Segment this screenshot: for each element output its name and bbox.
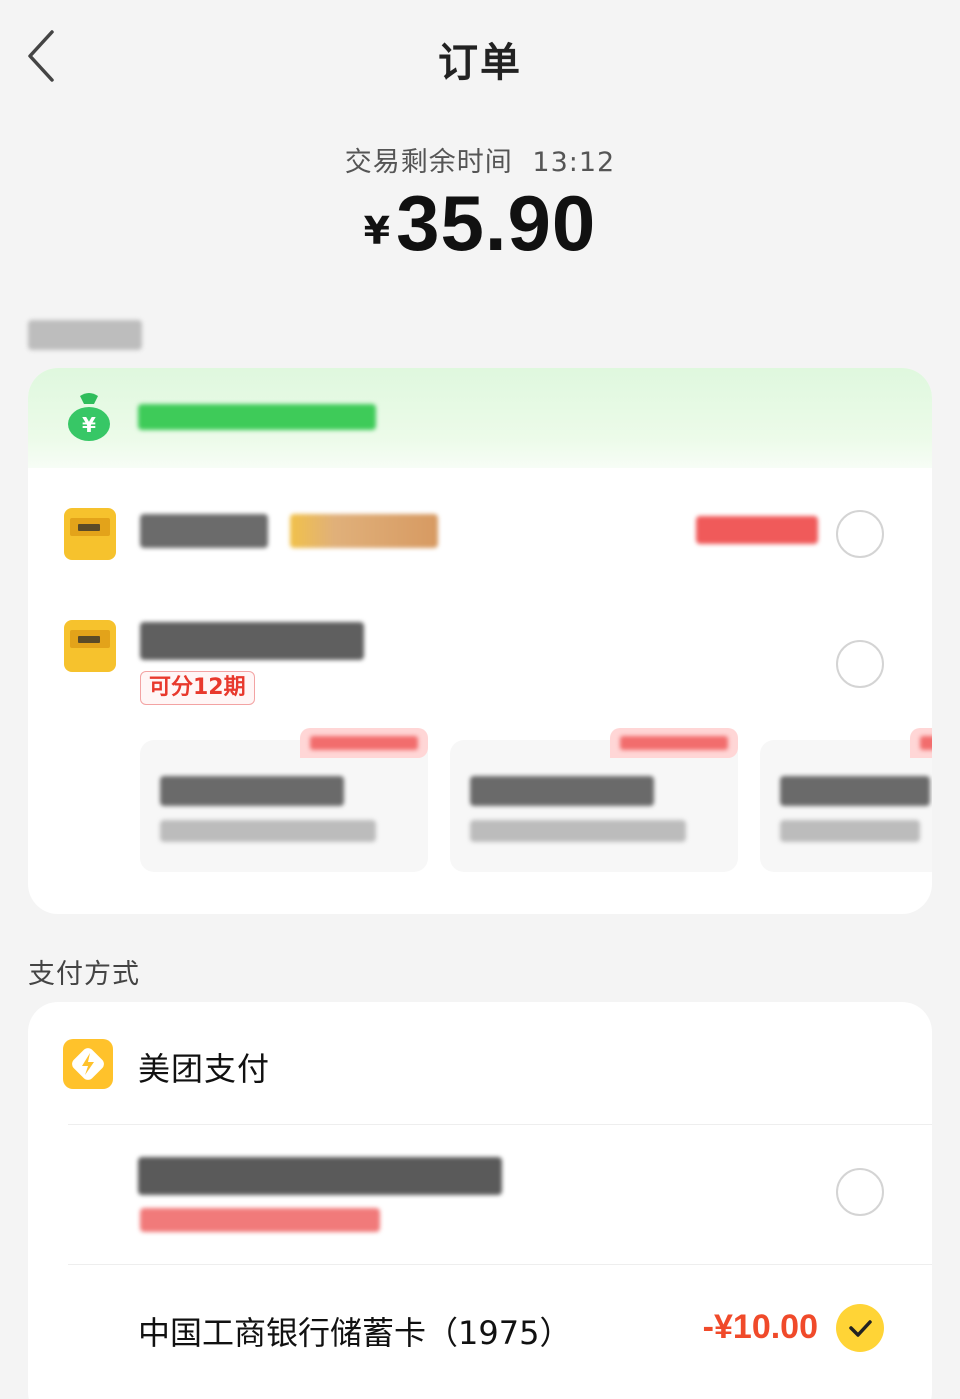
promo-text-redacted (138, 404, 376, 430)
plan-amount-redacted (160, 776, 344, 806)
option-1-radio[interactable] (836, 510, 884, 558)
order-page: 订单 交易剩余时间 13:12 ¥35.90 ¥ 可分12期 支付方式 美团支付… (0, 0, 960, 1399)
amount-value: 35.90 (396, 179, 597, 267)
bank-card-name: 中国工商银行储蓄卡（1975） (138, 1314, 572, 1352)
bank-card-1-radio[interactable] (836, 1168, 884, 1216)
option-2-radio[interactable] (836, 640, 884, 688)
section-label-redacted (28, 320, 142, 350)
installment-plan-3[interactable] (760, 728, 932, 872)
countdown-label: 交易剩余时间 (344, 147, 513, 178)
countdown-value: 13:12 (532, 147, 616, 178)
option-name-redacted (140, 514, 268, 548)
money-bag-icon: ¥ (68, 393, 110, 441)
svg-text:¥: ¥ (82, 413, 96, 437)
plan-fee-redacted (780, 820, 920, 842)
bank-card-name-redacted (138, 1157, 502, 1195)
plan-badge-redacted (610, 728, 738, 758)
plan-amount-redacted (470, 776, 654, 806)
payment-method-label: 支付方式 (28, 959, 140, 990)
option-name-redacted (140, 622, 364, 660)
installment-plan-1[interactable] (140, 728, 428, 872)
plan-fee-redacted (160, 820, 376, 842)
plan-badge-redacted (910, 728, 932, 758)
credit-card-icon (64, 620, 116, 672)
payment-provider-name: 美团支付 (138, 1050, 271, 1088)
option-tag-redacted (290, 514, 438, 548)
credit-card-icon (64, 508, 116, 560)
divider (68, 1264, 932, 1265)
plan-amount-redacted (780, 776, 930, 806)
divider (68, 1124, 932, 1125)
plan-fee-redacted (470, 820, 686, 842)
countdown: 交易剩余时间 13:12 (0, 140, 960, 179)
installment-badge: 可分12期 (140, 671, 255, 705)
promo-banner[interactable]: ¥ (28, 368, 932, 468)
installment-plan-2[interactable] (450, 728, 738, 872)
selected-check[interactable] (836, 1304, 884, 1352)
credit-options-card: ¥ 可分12期 (28, 368, 932, 914)
bank-card-note-redacted (140, 1208, 380, 1232)
meituan-pay-icon (63, 1039, 113, 1089)
currency-symbol: ¥ (363, 209, 391, 253)
header: 订单 (0, 0, 960, 115)
option-discount-redacted (696, 516, 818, 544)
plan-badge-redacted (300, 728, 428, 758)
checkmark-icon (849, 1320, 872, 1337)
credit-option-row-1[interactable] (28, 468, 932, 600)
order-amount: ¥35.90 (0, 178, 960, 269)
page-title: 订单 (438, 40, 522, 86)
payment-method-card: 美团支付 中国工商银行储蓄卡（1975） -¥10.00 (28, 1002, 932, 1399)
discount-amount: -¥10.00 (702, 1308, 818, 1346)
